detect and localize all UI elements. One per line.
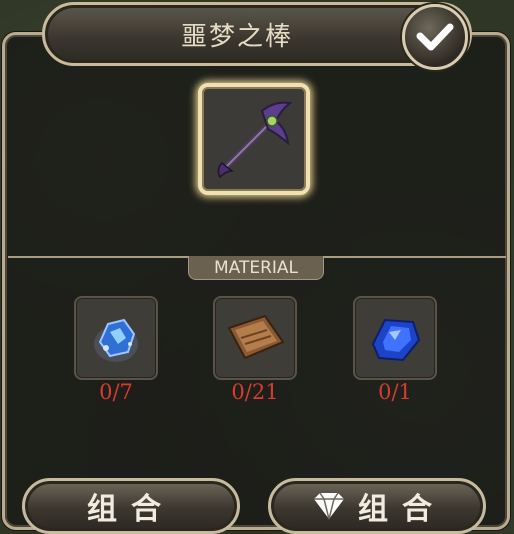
nightmare-staff-icon [217, 101, 293, 179]
material-slot-ore[interactable] [74, 296, 158, 380]
checkmark-icon [416, 23, 454, 51]
material-count-ore: 0/7 [99, 380, 133, 404]
material-label: MATERIAL [188, 256, 324, 280]
blue-gem-icon [371, 318, 421, 362]
material-count-leather: 0/21 [231, 380, 279, 404]
diamond-icon [314, 492, 344, 520]
confirm-button[interactable] [402, 4, 468, 70]
blue-ore-icon [94, 318, 138, 362]
crafted-item-slot[interactable] [198, 83, 310, 195]
combine-button[interactable]: 组合 [22, 478, 240, 534]
material-count-gem: 0/1 [378, 380, 412, 404]
item-title: 噩梦之棒 [180, 21, 293, 52]
material-slot-leather[interactable] [213, 296, 297, 380]
combine-diamond-button[interactable]: 组合 [268, 478, 486, 534]
combine-diamond-label: 组合 [358, 492, 446, 527]
material-slot-gem[interactable] [353, 296, 437, 380]
leather-scroll-icon [227, 314, 285, 360]
combine-label: 组合 [87, 492, 175, 527]
